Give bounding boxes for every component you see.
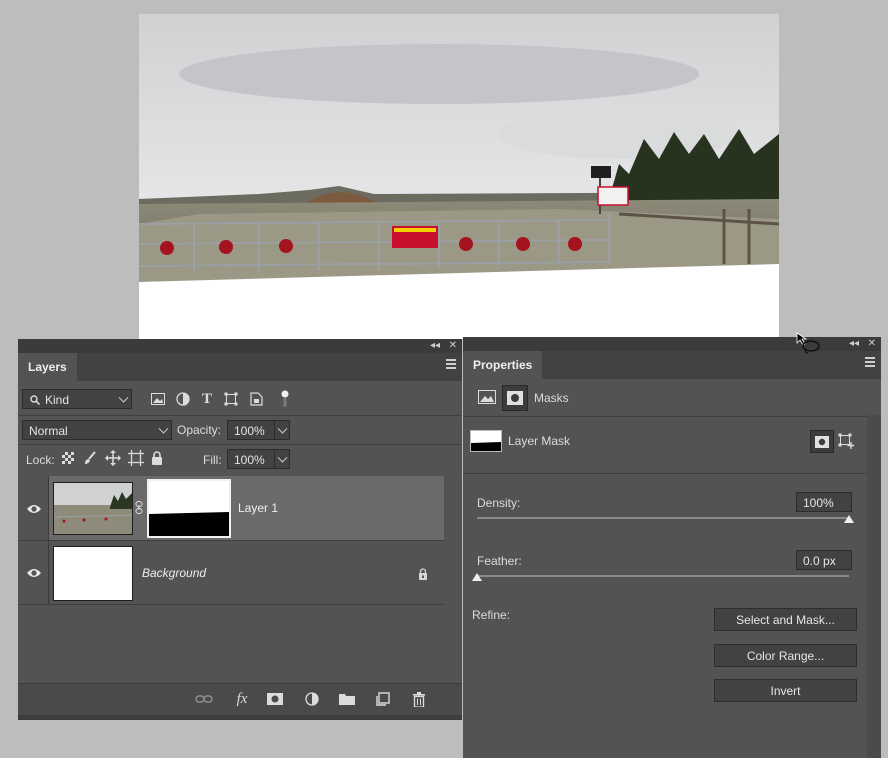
opacity-dropdown[interactable] [274,420,290,440]
folder-icon[interactable] [339,692,355,706]
lock-label: Lock: [26,453,55,467]
background-thumbnail[interactable] [53,546,133,601]
trash-icon[interactable] [411,691,427,707]
blend-mode-value: Normal [29,424,68,438]
divider [18,444,462,445]
layers-tab-bar: Layers [18,353,462,381]
add-mask-icon[interactable] [267,692,283,706]
canvas-photo [139,14,779,299]
layer-mask-preview [470,430,502,452]
filter-adjustment-icon[interactable] [175,392,191,406]
chevron-down-icon [158,423,169,434]
panel-resize-handle[interactable] [18,715,462,720]
divider [463,473,867,474]
layer-mask-thumbnail[interactable] [147,479,231,538]
visibility-cell[interactable] [18,476,49,540]
search-icon [30,395,40,405]
density-slider-track[interactable] [477,517,849,519]
collapse-icon[interactable]: ◂◂ [849,338,859,350]
filter-kind-dropdown[interactable]: Kind [22,389,132,409]
new-layer-icon[interactable] [375,691,391,707]
feather-slider-handle[interactable] [472,573,482,581]
filter-kind-value: Kind [45,393,70,407]
panel-menu-icon[interactable] [446,359,456,369]
close-icon[interactable]: ✕ [868,338,876,350]
chevron-down-icon [277,423,288,434]
invert-button[interactable]: Invert [714,679,857,702]
layer-name[interactable]: Layer 1 [238,501,278,515]
filter-shape-icon[interactable] [223,392,239,406]
layers-footer: fx [18,683,462,715]
chevron-down-icon [277,452,288,463]
layers-list: Layer 1 Background [18,476,462,682]
lock-image-pixels-icon[interactable] [83,451,97,465]
opacity-field[interactable]: 100% [227,420,275,440]
lock-all-icon[interactable] [150,450,164,466]
feather-field[interactable]: 0.0 px [796,550,852,570]
feather-label: Feather: [477,554,522,568]
layer-mask-label: Layer Mask [508,434,571,448]
fx-label: fx [236,690,248,707]
fx-icon[interactable]: fx [232,690,252,708]
lock-transparent-pixels-icon[interactable] [61,451,75,465]
tab-layers[interactable]: Layers [18,353,77,381]
filter-type-icon[interactable]: T [199,391,215,407]
blend-mode-dropdown[interactable]: Normal [22,420,172,440]
lasso-cursor-icon [796,332,820,354]
density-value: 100% [803,496,834,510]
fill-field[interactable]: 100% [227,449,275,469]
properties-scrollbar[interactable] [867,415,881,758]
divider [18,415,462,416]
opacity-value: 100% [234,424,265,438]
refine-label: Refine: [472,608,511,622]
select-mask-icon[interactable] [810,430,834,453]
lock-icon [417,567,429,581]
lock-artboard-icon[interactable] [128,450,144,466]
link-icon[interactable] [195,692,213,706]
layer-row-layer-1[interactable]: Layer 1 [18,476,444,540]
collapse-icon[interactable]: ◂◂ [430,340,440,352]
adjustment-icon[interactable] [304,691,320,707]
mask-properties-icon[interactable] [502,385,528,411]
panel-menu-icon[interactable] [865,357,875,367]
layer-name[interactable]: Background [142,566,206,580]
filter-toggle-icon[interactable] [280,389,290,409]
filter-pixel-layers-icon[interactable] [150,392,166,406]
properties-tab-bar: Properties [463,351,881,379]
feather-slider-track[interactable] [477,575,849,577]
eye-icon[interactable] [26,567,42,579]
layers-panel-titlebar[interactable]: ◂◂ ✕ [18,339,462,353]
layer-row-background[interactable]: Background [18,541,444,604]
pixel-properties-icon[interactable] [477,388,497,406]
chevron-down-icon [118,392,129,403]
fill-label: Fill: [203,453,222,467]
color-range-button[interactable]: Color Range... [714,644,857,667]
eye-icon[interactable] [26,503,42,515]
divider [463,416,867,417]
tab-properties[interactable]: Properties [463,351,543,379]
add-vector-mask-icon[interactable] [837,432,855,450]
density-slider-handle[interactable] [844,515,854,523]
select-and-mask-button[interactable]: Select and Mask... [714,608,857,631]
section-label: Masks [534,391,569,405]
opacity-label: Opacity: [177,423,222,437]
visibility-cell[interactable] [18,541,49,604]
feather-value: 0.0 px [803,554,836,568]
divider [18,604,444,605]
filter-smart-object-icon[interactable] [248,392,264,406]
lock-position-icon[interactable] [105,450,121,466]
close-icon[interactable]: ✕ [449,340,457,352]
properties-panel: ◂◂ ✕ Properties Masks Layer Mask Density… [463,337,881,758]
density-label: Density: [477,496,521,510]
layers-panel: ◂◂ ✕ Layers Kind T Normal Opacity: 100% [18,339,462,720]
mask-link-icon[interactable] [134,500,144,514]
layer-1-thumbnail[interactable] [53,482,133,535]
document-canvas[interactable] [139,14,779,339]
density-field[interactable]: 100% [796,492,852,512]
fill-value: 100% [234,453,265,467]
fill-dropdown[interactable] [274,449,290,469]
